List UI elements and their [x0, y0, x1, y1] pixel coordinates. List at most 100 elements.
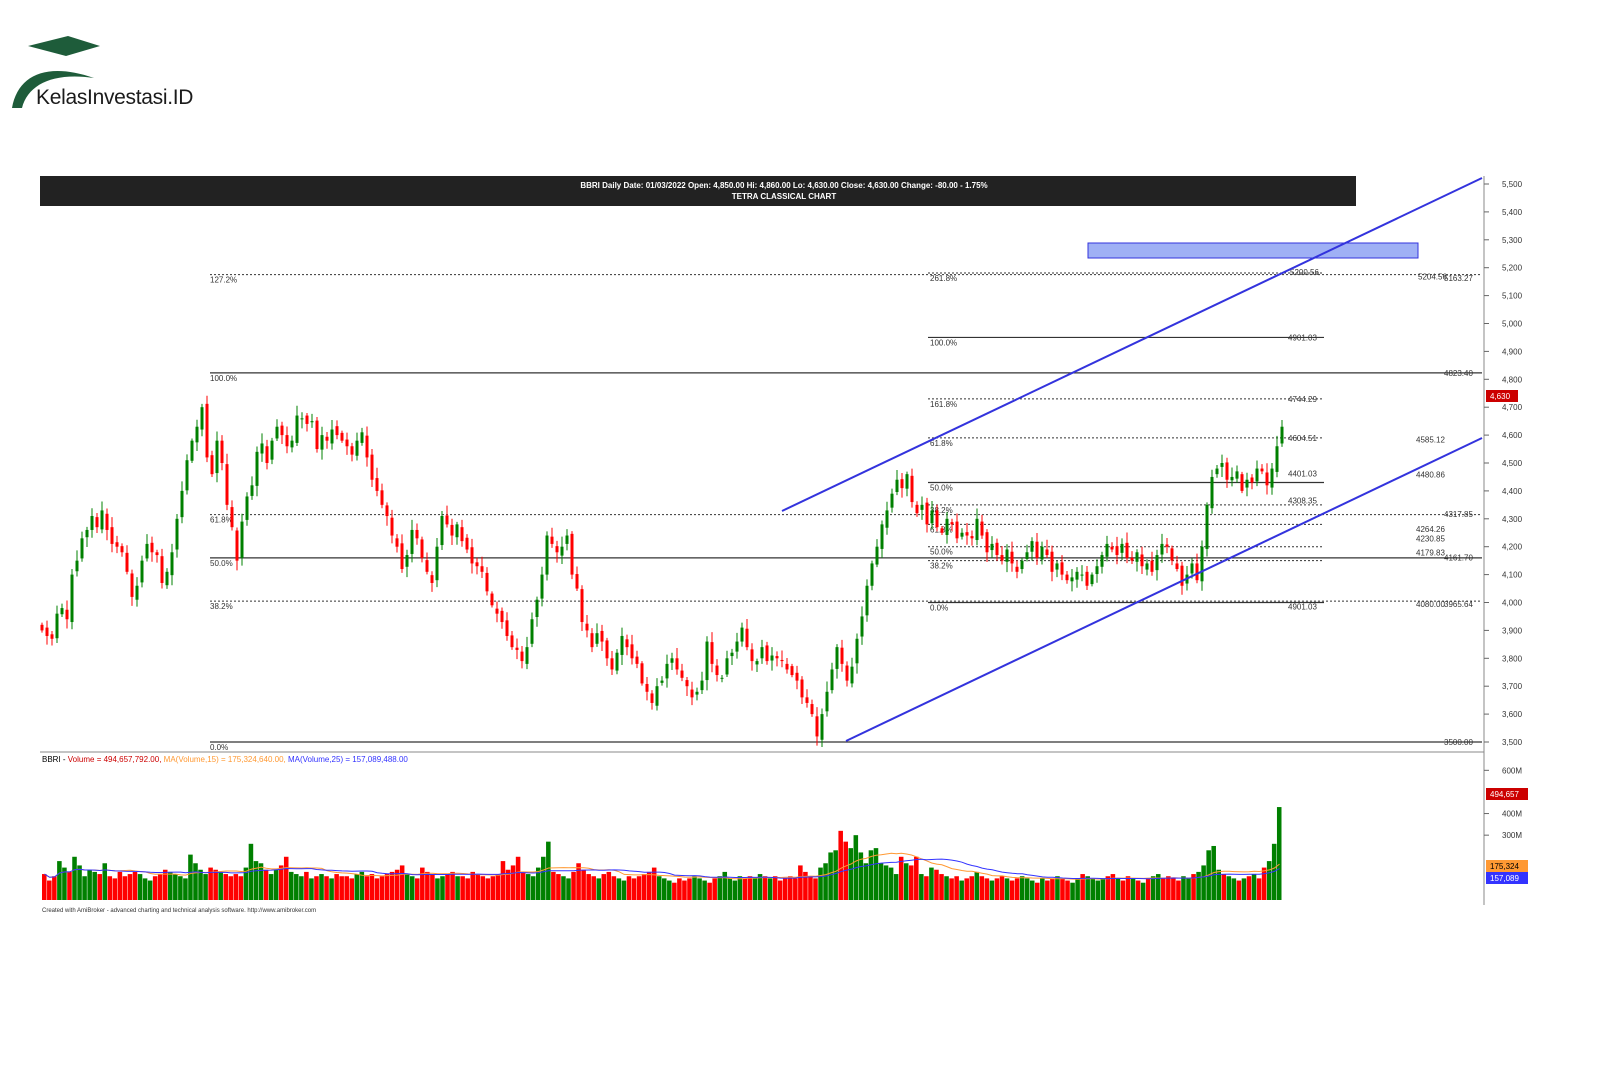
- candle-down: [1015, 566, 1019, 572]
- candle-up: [535, 599, 539, 618]
- volume-bar: [999, 876, 1005, 900]
- candle-up: [310, 421, 314, 423]
- candle-up: [760, 647, 764, 659]
- volume-bar: [198, 869, 203, 900]
- candle-down: [1225, 462, 1229, 480]
- volume-bar: [898, 856, 904, 900]
- candle-down: [345, 439, 349, 447]
- candle-up: [1235, 471, 1239, 479]
- volume-ma15-line: [44, 852, 1280, 880]
- candle-up: [930, 510, 934, 524]
- volume-bar: [314, 876, 319, 900]
- volume-bar: [611, 876, 617, 900]
- volume-axis-label: 300M: [1502, 831, 1522, 840]
- candle-down: [815, 716, 819, 737]
- candle-down: [580, 589, 584, 623]
- candle-up: [1070, 577, 1074, 582]
- fib-value-label: 3500.00: [1444, 738, 1473, 747]
- candle-down: [515, 647, 519, 650]
- candle-down: [485, 572, 489, 592]
- candle-down: [590, 633, 594, 648]
- candle-up: [175, 518, 179, 550]
- price-axis-label: 4,700: [1502, 403, 1523, 412]
- candle-down: [150, 542, 154, 553]
- candle-down: [650, 693, 654, 703]
- candle-up: [440, 516, 444, 546]
- volume-bar: [319, 874, 324, 900]
- volume-bar: [223, 874, 229, 900]
- volume-current-label: 494,657: [1490, 790, 1519, 799]
- candle-up: [295, 415, 299, 443]
- candle-down: [780, 659, 784, 662]
- candle-up: [530, 619, 534, 644]
- volume-bar: [168, 871, 173, 900]
- volume-bar: [364, 876, 370, 900]
- candle-down: [625, 639, 629, 648]
- price-axis-label: 5,400: [1502, 208, 1523, 217]
- candle-down: [1010, 551, 1014, 564]
- candle-down: [110, 527, 114, 544]
- candle-up: [435, 546, 439, 581]
- volume-bar: [324, 876, 329, 900]
- volume-bar: [954, 876, 959, 900]
- candle-up: [195, 426, 199, 443]
- candle-down: [420, 539, 424, 558]
- candle-up: [1090, 574, 1094, 585]
- volume-bar: [369, 874, 375, 900]
- candle-down: [120, 546, 124, 553]
- volume-bar: [1135, 880, 1141, 900]
- volume-ma25-label: 157,089: [1490, 874, 1519, 883]
- candle-down: [935, 510, 939, 528]
- target-zone-box: [1087, 242, 1419, 259]
- candle-down: [460, 527, 464, 542]
- volume-bar: [278, 865, 284, 900]
- fib-value-label: 4317.85: [1444, 510, 1473, 519]
- volume-axis-label: 400M: [1502, 810, 1522, 819]
- price-axis-label: 5,500: [1502, 180, 1523, 189]
- volume-header-volume: Volume = 494,657,792.00,: [68, 755, 162, 764]
- candle-up: [835, 647, 839, 669]
- candle-up: [1020, 560, 1024, 570]
- volume-bar: [445, 874, 450, 900]
- volume-bar: [707, 882, 712, 900]
- volume-bar: [1095, 880, 1101, 900]
- volume-bar: [299, 876, 304, 900]
- volume-bar: [793, 878, 798, 900]
- volume-bar: [354, 874, 360, 900]
- candle-up: [1190, 563, 1194, 574]
- volume-bar: [1171, 878, 1176, 900]
- candle-up: [975, 518, 979, 541]
- candle-down: [585, 623, 589, 631]
- volume-bar: [692, 876, 697, 900]
- candle-down: [710, 642, 714, 664]
- candle-up: [770, 655, 774, 661]
- price-axis-label: 4,300: [1502, 515, 1523, 524]
- candlesticks: [40, 395, 1284, 748]
- volume-bar: [561, 876, 566, 900]
- candle-down: [600, 630, 604, 642]
- candle-up: [355, 440, 359, 456]
- volume-bar: [717, 876, 722, 900]
- fib-value-label: 4161.70: [1444, 554, 1473, 563]
- fib-value-label: 5163.27: [1444, 274, 1473, 283]
- candle-up: [945, 518, 949, 535]
- volume-bar: [944, 876, 949, 900]
- candle-down: [225, 464, 229, 505]
- volume-bar: [626, 876, 632, 900]
- candle-up: [250, 485, 254, 496]
- candle-down: [1180, 565, 1184, 586]
- candle-down: [1150, 560, 1154, 572]
- candle-down: [465, 537, 469, 550]
- candle-up: [875, 546, 879, 565]
- candle-down: [160, 556, 164, 583]
- candle-up: [1245, 479, 1249, 488]
- volume-bar: [430, 874, 435, 900]
- volume-bar: [339, 876, 344, 900]
- candle-down: [845, 665, 849, 681]
- volume-bar: [1251, 874, 1257, 900]
- volume-bar: [178, 876, 183, 900]
- volume-bar: [596, 878, 602, 900]
- volume-bar: [1075, 878, 1080, 900]
- candle-up: [860, 616, 864, 637]
- price-axis-label: 4,800: [1502, 375, 1523, 384]
